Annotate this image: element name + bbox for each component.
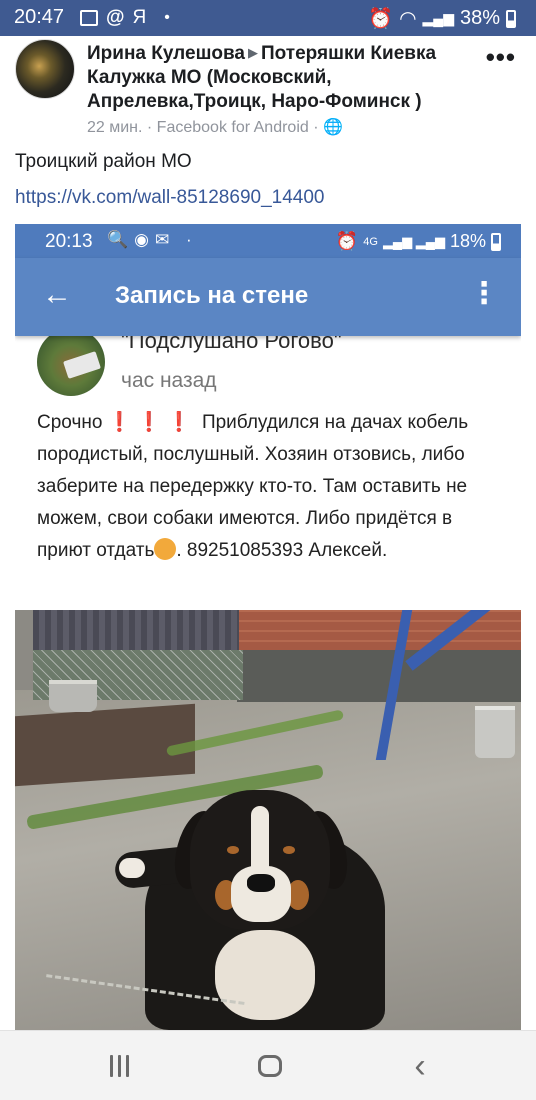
home-button[interactable]	[250, 1049, 290, 1083]
screenshot-status-time: 20:13	[45, 231, 93, 252]
kebab-menu-icon: ⋮	[469, 277, 499, 310]
notification-dot-icon: •	[164, 9, 170, 26]
post-meta-text: 22 мин. · Facebook for Android ·	[87, 119, 319, 136]
gallery-icon	[80, 10, 98, 26]
recent-apps-button[interactable]	[100, 1049, 140, 1083]
bucket-shape	[475, 706, 515, 758]
globe-icon: 🌐	[323, 119, 343, 136]
vk-post-time: час назад	[121, 369, 217, 392]
vk-text-start: Срочно	[37, 412, 103, 433]
screenshot-title: Запись на стене	[115, 282, 309, 309]
author-avatar[interactable]	[15, 39, 75, 99]
pot-shape	[49, 680, 97, 712]
signal-icon: ▂▄▆	[422, 10, 454, 26]
exclamation-icons: ❗❗❗	[107, 412, 197, 433]
alarm-icon: ⏰	[368, 8, 394, 30]
post-text: Троицкий район МО	[15, 151, 192, 172]
tired-face-emoji-icon	[154, 538, 177, 560]
screenshot-status-bar: 20:13 🔍◉✉ · ⏰ 4G ▂▄▆ ▂▄▆ 18%	[15, 224, 521, 258]
at-icon: @	[106, 7, 125, 28]
share-arrow-icon: ▶	[248, 45, 259, 60]
post-link[interactable]: https://vk.com/wall-85128690_14400	[15, 187, 324, 209]
battery-percent: 38%	[459, 7, 500, 29]
status-bar: 20:47 @ Я • ⏰ ◠ ▂▄▆ 38%	[0, 0, 536, 36]
status-time: 20:47	[14, 6, 65, 28]
post-meta: 22 мин. · Facebook for Android · 🌐	[87, 117, 343, 137]
battery-icon	[506, 9, 516, 28]
screenshot-signal-icon: ▂▄▆ ▂▄▆	[382, 233, 445, 249]
dog-photo	[15, 610, 521, 1030]
yandex-icon: Я	[132, 7, 147, 28]
vk-text-end: . 89251085393 Алексей.	[176, 540, 388, 561]
back-button[interactable]: ‹	[400, 1049, 440, 1083]
post-author-line: Ирина Кулешова ▶ Потеряшки Киевка Калужка …	[87, 41, 487, 114]
vk-group-avatar	[37, 328, 105, 396]
screenshot-battery-icon	[491, 232, 501, 251]
vk-post-text: Срочно ❗❗❗ Приблудился на дачах кобель п…	[37, 407, 507, 567]
arrow-left-icon: ←	[42, 278, 72, 311]
wifi-icon: ◠	[399, 8, 417, 30]
vk-text-main: Приблудился на дачах кобель породистый, …	[37, 412, 469, 561]
screenshot-network-label: 4G	[363, 235, 378, 248]
shared-screenshot-image[interactable]: 20:13 🔍◉✉ · ⏰ 4G ▂▄▆ ▂▄▆ 18% ← Запись на…	[15, 224, 521, 1030]
screenshot-app-bar: ← Запись на стене ⋮	[15, 258, 521, 336]
screenshot-battery-percent: 18%	[449, 231, 486, 251]
author-name[interactable]: Ирина Кулешова	[87, 43, 245, 64]
screenshot-notification-icons: 🔍◉✉ ·	[107, 230, 198, 249]
more-options-button[interactable]: •••	[486, 42, 516, 73]
post-header: Ирина Кулешова ▶ Потеряшки Киевка Калужка …	[0, 36, 536, 140]
navigation-bar: ‹	[0, 1030, 536, 1100]
screenshot-alarm-icon: ⏰	[335, 231, 359, 251]
